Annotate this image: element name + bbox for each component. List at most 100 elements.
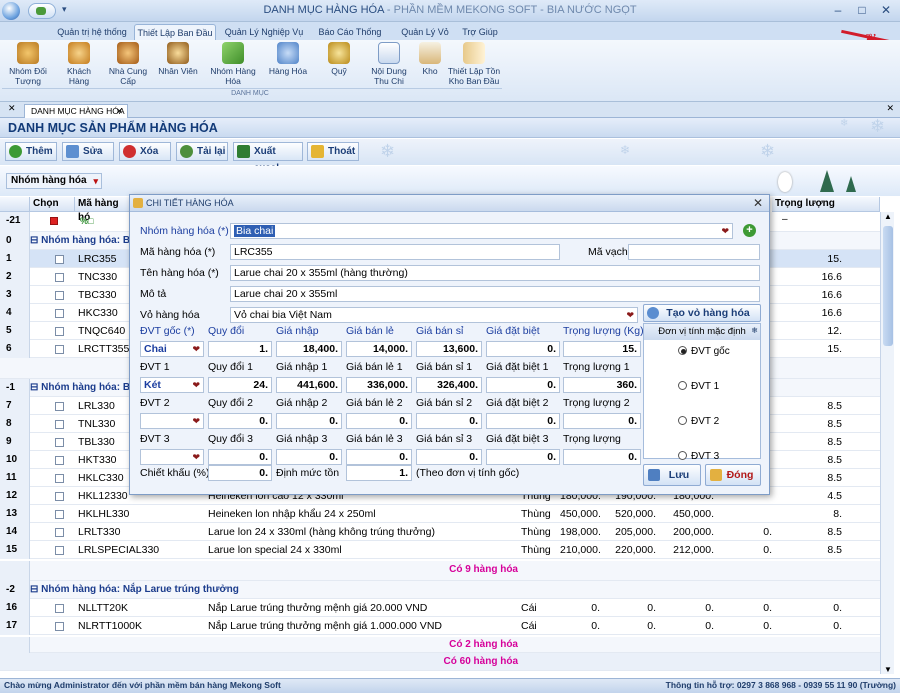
filter-weight-operator[interactable]: – [782, 214, 788, 225]
unit-input-2[interactable]: ❤ [140, 413, 204, 429]
product-code-input[interactable]: LRC355 [230, 244, 560, 260]
special-price-input-3[interactable]: 0. [486, 449, 560, 465]
restore-icon[interactable]: □ [852, 2, 872, 18]
wholesale-price-input-2[interactable]: 0. [416, 413, 482, 429]
product-group-select[interactable]: Bia chai ❤ [230, 223, 733, 239]
create-shell-button[interactable]: Tạo vỏ hàng hóa [643, 304, 761, 322]
shell-select[interactable]: Vỏ chai bia Việt Nam ❤ [230, 307, 638, 323]
collapse-panel-icon[interactable]: ❄ [751, 326, 758, 335]
collapse-icon[interactable]: ⊟ [30, 382, 41, 393]
select-checkbox[interactable] [55, 309, 64, 318]
special-price-input-1[interactable]: 0. [486, 377, 560, 393]
save-button[interactable]: Lưu [643, 464, 701, 486]
select-checkbox[interactable] [55, 273, 64, 282]
filter-code-icon[interactable]: %□ [80, 216, 93, 226]
table-row[interactable]: 14 LRLT330 Larue lon 24 x 330ml (hàng khôn… [0, 523, 880, 541]
conversion-input-0[interactable]: 1. [208, 341, 272, 357]
weight-input-3[interactable]: 0. [563, 449, 641, 465]
weight-column-header[interactable]: Trọng lượng [772, 197, 880, 212]
ribbon-warehouse-button[interactable]: Kho [416, 42, 444, 76]
add-button[interactable]: Thêm [5, 142, 57, 161]
export-excel-button[interactable]: Xuất excel [233, 142, 303, 174]
edit-button[interactable]: Sửa [62, 142, 114, 161]
retail-price-input-3[interactable]: 0. [346, 449, 412, 465]
vertical-scrollbar[interactable]: ▲ ▼ [880, 212, 894, 674]
scroll-up-icon[interactable]: ▲ [884, 212, 892, 221]
group-by-chip[interactable]: Nhóm hàng hóa ▾ [6, 173, 102, 189]
tab-scroll-close-icon[interactable]: ✕ [8, 103, 16, 114]
unit-input-0[interactable]: Chai ❤ [140, 341, 204, 357]
delete-button[interactable]: Xóa [119, 142, 171, 161]
conversion-input-3[interactable]: 0. [208, 449, 272, 465]
unit-input-3[interactable]: ❤ [140, 449, 204, 465]
select-checkbox[interactable] [55, 546, 64, 555]
weight-input-0[interactable]: 15. [563, 341, 641, 357]
tab-system[interactable]: Quản trị hệ thống [55, 24, 129, 40]
retail-price-input-2[interactable]: 0. [346, 413, 412, 429]
table-row[interactable]: 17 NLRTT1000K Nắp Larue trúng thưởng mệnh … [0, 617, 880, 635]
stock-min-input[interactable]: 1. [346, 465, 412, 481]
select-checkbox[interactable] [55, 492, 64, 501]
close-window-icon[interactable]: ✕ [876, 2, 896, 18]
ribbon-products-button[interactable]: Hàng Hóa [266, 42, 310, 76]
purchase-price-input-3[interactable]: 0. [276, 449, 342, 465]
select-checkbox[interactable] [55, 291, 64, 300]
purchase-price-input-1[interactable]: 441,600. [276, 377, 342, 393]
ribbon-opening-stock-button[interactable]: Thiết Lập Tồn Kho Ban Đầu [446, 42, 502, 86]
ribbon-product-groups-button[interactable]: Nhóm Hàng Hóa [208, 42, 258, 86]
wholesale-price-input-1[interactable]: 326,400. [416, 377, 482, 393]
select-checkbox[interactable] [55, 622, 64, 631]
tab-operations[interactable]: Quản Lý Nghiệp Vụ [222, 24, 306, 40]
select-checkbox[interactable] [55, 604, 64, 613]
special-price-input-0[interactable]: 0. [486, 341, 560, 357]
tab-reports[interactable]: Báo Cáo Thống Kê [312, 24, 388, 53]
default-unit-base-radio[interactable]: ĐVT gốc [678, 346, 730, 357]
collapse-icon[interactable]: ⊟ [30, 584, 41, 595]
dialog-close-icon[interactable]: ✕ [753, 196, 763, 210]
ribbon-customers-button[interactable]: Khách Hàng [58, 42, 100, 86]
conversion-input-2[interactable]: 0. [208, 413, 272, 429]
scroll-down-icon[interactable]: ▼ [884, 665, 892, 674]
weight-input-2[interactable]: 0. [563, 413, 641, 429]
tab-shell-management[interactable]: Quản Lý Vỏ [396, 24, 454, 40]
ribbon-funds-button[interactable]: Quỹ [318, 42, 360, 76]
ribbon-object-groups-button[interactable]: Nhóm Đối Tượng [6, 42, 50, 86]
conversion-input-1[interactable]: 24. [208, 377, 272, 393]
reload-button[interactable]: Tải lại [176, 142, 228, 161]
filter-checkbox-icon[interactable] [50, 217, 58, 225]
table-row[interactable]: 13 HKLHL330 Heineken lon nhập khẩu 24 x 25… [0, 505, 880, 523]
tab-setup[interactable]: Thiết Lập Ban Đầu [134, 24, 216, 40]
select-checkbox[interactable] [55, 456, 64, 465]
default-unit-2-radio[interactable]: ĐVT 2 [678, 416, 719, 427]
purchase-price-input-2[interactable]: 0. [276, 413, 342, 429]
ribbon-suppliers-button[interactable]: Nhà Cung Cấp [106, 42, 150, 86]
select-checkbox[interactable] [55, 528, 64, 537]
close-all-tabs-icon[interactable]: ✕ [886, 103, 894, 114]
tab-help[interactable]: Trợ Giúp [460, 24, 500, 40]
close-tab-icon[interactable]: ✕ [116, 105, 123, 118]
add-group-icon[interactable]: + [743, 224, 756, 237]
sort-icon[interactable]: ▾ [93, 174, 98, 188]
discount-input[interactable]: 0. [208, 465, 272, 481]
purchase-price-input-0[interactable]: 18,400. [276, 341, 342, 357]
select-checkbox[interactable] [55, 510, 64, 519]
default-unit-3-radio[interactable]: ĐVT 3 [678, 451, 719, 462]
select-checkbox[interactable] [55, 255, 64, 264]
retail-price-input-1[interactable]: 336,000. [346, 377, 412, 393]
group-row[interactable]: -2 ⊟ Nhóm hàng hóa: Nắp Larue trúng thưở… [0, 581, 880, 599]
select-checkbox[interactable] [55, 420, 64, 429]
dialog-title-bar[interactable]: CHI TIẾT HÀNG HÓA ✕ [130, 195, 769, 212]
select-column-header[interactable]: Chọn [30, 197, 75, 212]
wholesale-price-input-0[interactable]: 13,600. [416, 341, 482, 357]
retail-price-input-0[interactable]: 14,000. [346, 341, 412, 357]
product-name-input[interactable]: Larue chai 20 x 355ml (hàng thường) [230, 265, 760, 281]
select-checkbox[interactable] [55, 438, 64, 447]
select-checkbox[interactable] [55, 402, 64, 411]
scroll-thumb[interactable] [883, 226, 893, 346]
ribbon-employees-button[interactable]: Nhân Viên [156, 42, 200, 76]
description-input[interactable]: Larue chai 20 x 355ml [230, 286, 760, 302]
default-unit-1-radio[interactable]: ĐVT 1 [678, 381, 719, 392]
select-checkbox[interactable] [55, 345, 64, 354]
tab-product-catalog[interactable]: DANH MỤC HÀNG HÓA ✕ [24, 104, 128, 118]
table-row[interactable]: 15 LRLSPECIAL330 Larue lon special 24 x 33… [0, 541, 880, 559]
